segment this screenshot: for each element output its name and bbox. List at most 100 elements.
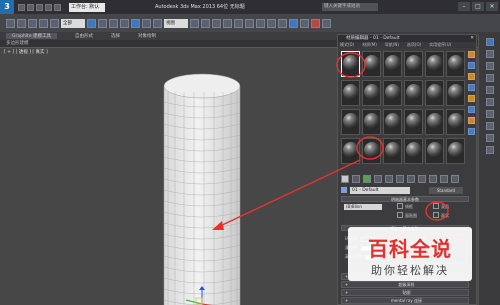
material-editor-close-button[interactable]: ✕: [470, 35, 474, 42]
material-sample-slot[interactable]: [446, 109, 465, 135]
geometry-icon[interactable]: [485, 110, 494, 118]
cameras-icon[interactable]: [485, 146, 494, 154]
tab-object-paint[interactable]: 对象绘制: [138, 33, 156, 39]
material-sample-slot[interactable]: [341, 80, 360, 106]
align-icon[interactable]: [245, 18, 254, 28]
assign-material-to-selection-icon[interactable]: [363, 175, 371, 183]
wire-checkbox[interactable]: 线框: [397, 203, 413, 210]
tab-freeform[interactable]: 自由形式: [75, 33, 93, 39]
curve-editor-icon[interactable]: [267, 18, 276, 28]
material-sample-slot[interactable]: [425, 51, 444, 77]
redo-icon[interactable]: [17, 18, 26, 28]
menu-navigation[interactable]: 导航(N): [385, 42, 399, 48]
material-sample-slot[interactable]: [446, 80, 465, 106]
mirror-icon[interactable]: [234, 18, 243, 28]
minimize-button[interactable]: –: [458, 2, 470, 11]
tab-graphite-modeling[interactable]: Graphite 建模工具: [6, 33, 58, 39]
lights-icon[interactable]: [485, 134, 494, 142]
material-sample-slot[interactable]: [425, 109, 444, 135]
angle-snap-icon[interactable]: [212, 18, 221, 28]
tab-selection[interactable]: 选择: [111, 33, 120, 39]
layer-icon[interactable]: [256, 18, 265, 28]
save-file-icon[interactable]: [36, 3, 43, 11]
put-to-scene-icon[interactable]: [352, 175, 360, 183]
material-sample-slot[interactable]: [404, 138, 423, 164]
open-file-icon[interactable]: [27, 3, 34, 11]
utilities-tab-icon[interactable]: [485, 98, 494, 106]
select-by-name-icon[interactable]: [98, 18, 107, 28]
video-color-check-icon[interactable]: [468, 95, 475, 102]
material-sample-slot[interactable]: [341, 51, 360, 77]
create-tab-icon[interactable]: [485, 38, 494, 46]
material-sample-slot[interactable]: [383, 138, 402, 164]
motion-tab-icon[interactable]: [485, 74, 494, 82]
reset-map-icon[interactable]: [374, 175, 382, 183]
move-icon[interactable]: [131, 18, 140, 28]
material-editor-icon[interactable]: [289, 18, 298, 28]
bind-space-warp-icon[interactable]: [50, 18, 59, 28]
rectangular-selection-icon[interactable]: [109, 18, 118, 28]
material-sample-slot[interactable]: [404, 51, 423, 77]
material-sample-slot[interactable]: [341, 138, 360, 164]
material-sample-slot[interactable]: [362, 80, 381, 106]
material-sample-slot[interactable]: [383, 51, 402, 77]
material-sample-slot[interactable]: [425, 138, 444, 164]
material-sample-slot[interactable]: [362, 109, 381, 135]
sample-uv-tiling-icon[interactable]: [468, 84, 475, 91]
material-sample-slot[interactable]: [404, 80, 423, 106]
make-preview-icon[interactable]: [468, 106, 475, 113]
new-file-icon[interactable]: [18, 3, 25, 11]
link-icon[interactable]: [28, 18, 37, 28]
shapes-icon[interactable]: [485, 122, 494, 130]
workspace-dropdown[interactable]: 工作台: 默认: [69, 2, 105, 12]
select-object-icon[interactable]: [87, 18, 96, 28]
material-sample-slot[interactable]: [425, 80, 444, 106]
undo-icon[interactable]: [45, 3, 52, 11]
menu-material[interactable]: 材质(M): [362, 42, 377, 48]
unlink-icon[interactable]: [39, 18, 48, 28]
modify-tab-icon[interactable]: [485, 50, 494, 58]
rotate-icon[interactable]: [142, 18, 151, 28]
material-id-channel-icon[interactable]: [407, 175, 415, 183]
material-name-field[interactable]: 01 - Default: [350, 186, 410, 194]
reference-coordinate-dropdown[interactable]: 视图: [164, 18, 188, 28]
make-unique-icon[interactable]: [385, 175, 393, 183]
render-production-icon[interactable]: [322, 18, 331, 28]
go-to-parent-icon[interactable]: [440, 175, 448, 183]
faceted-checkbox[interactable]: 面状: [433, 212, 449, 219]
two-sided-checkbox[interactable]: 双面: [433, 203, 449, 210]
show-map-in-viewport-icon[interactable]: [418, 175, 426, 183]
percent-snap-icon[interactable]: [223, 18, 232, 28]
rollout-mental-ray[interactable]: + mental ray 连接: [341, 297, 469, 304]
material-sample-slot[interactable]: [446, 51, 465, 77]
render-frame-icon[interactable]: [311, 18, 320, 28]
pivot-icon[interactable]: [190, 18, 199, 28]
material-sample-slot[interactable]: [383, 80, 402, 106]
display-tab-icon[interactable]: [485, 86, 494, 94]
pick-material-icon[interactable]: [341, 187, 347, 193]
options-icon[interactable]: [468, 117, 475, 124]
show-end-result-icon[interactable]: [429, 175, 437, 183]
material-sample-slot[interactable]: [362, 51, 381, 77]
menu-mode[interactable]: 模式(D): [340, 42, 354, 48]
put-to-library-icon[interactable]: [396, 175, 404, 183]
rollout-supersampling[interactable]: + 超级采样: [341, 281, 469, 288]
material-sample-slot[interactable]: [341, 109, 360, 135]
material-sample-slot[interactable]: [362, 138, 381, 164]
selection-filter-dropdown[interactable]: 全部: [61, 18, 85, 28]
maximize-button[interactable]: □: [472, 2, 484, 11]
material-sample-slot[interactable]: [383, 109, 402, 135]
snap-icon[interactable]: [201, 18, 210, 28]
material-sample-slot[interactable]: [404, 109, 423, 135]
menu-options[interactable]: 选项(O): [407, 42, 421, 48]
backlight-icon[interactable]: [468, 62, 475, 69]
undo-icon[interactable]: [6, 18, 15, 28]
face-map-checkbox[interactable]: 面贴图: [397, 212, 417, 219]
schematic-view-icon[interactable]: [278, 18, 287, 28]
app-logo-icon[interactable]: 3: [0, 0, 14, 14]
search-input[interactable]: 键入关键字或短语: [322, 3, 378, 11]
sample-type-icon[interactable]: [468, 51, 475, 58]
rollout-maps[interactable]: + 贴图: [341, 289, 469, 296]
scale-icon[interactable]: [153, 18, 162, 28]
menu-utilities[interactable]: 实用程序(U): [429, 42, 451, 48]
